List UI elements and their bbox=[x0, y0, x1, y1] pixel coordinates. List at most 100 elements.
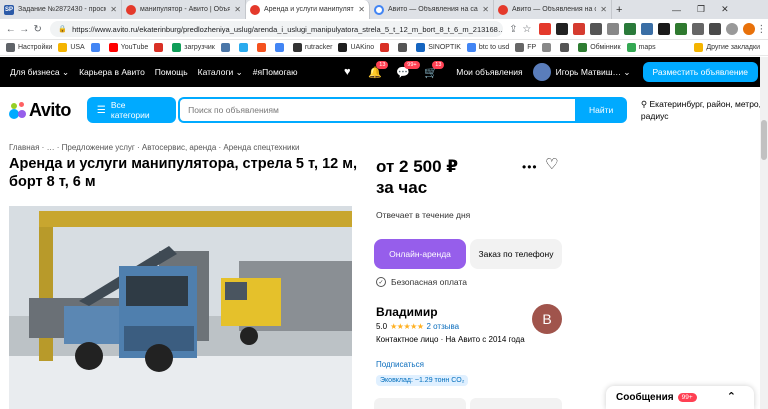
browser-tab[interactable]: SP Задание №2872430 - просмо ✕ bbox=[0, 0, 122, 19]
bookmark-item[interactable] bbox=[542, 43, 554, 52]
bookmark-item[interactable] bbox=[154, 43, 166, 52]
listing-photo[interactable] bbox=[9, 206, 352, 409]
new-tab-button[interactable]: + bbox=[612, 0, 630, 19]
close-icon[interactable]: ✕ bbox=[482, 5, 489, 14]
bookmark-item[interactable]: rutracker bbox=[292, 43, 332, 52]
notifications-bell-icon[interactable]: 🔔 13 bbox=[368, 61, 389, 79]
close-icon[interactable]: ✕ bbox=[234, 5, 241, 14]
menu-kebab-icon[interactable]: ⋮ bbox=[755, 24, 768, 35]
reviews-link[interactable]: 2 отзыва bbox=[426, 322, 459, 331]
safe-payment[interactable]: ✓ Безопасная оплата bbox=[376, 277, 467, 287]
extension-icon[interactable] bbox=[640, 23, 653, 35]
maximize-icon[interactable]: ❐ bbox=[697, 4, 705, 15]
close-icon[interactable]: ✕ bbox=[600, 5, 607, 14]
bookmark-item[interactable] bbox=[220, 43, 233, 52]
browser-tab-active[interactable]: Аренда и услуги манипулятор ✕ bbox=[246, 0, 370, 19]
minimize-icon[interactable]: — bbox=[672, 5, 681, 15]
bookmark-item[interactable]: Настройки bbox=[6, 43, 52, 52]
chevron-up-icon[interactable]: ⌃ bbox=[727, 390, 736, 403]
location-selector[interactable]: ⚲ Екатеринбург, район, метро, радиус bbox=[641, 98, 768, 122]
messages-chat-icon[interactable]: 💬 99+ bbox=[396, 61, 420, 79]
extension-icon[interactable] bbox=[657, 23, 670, 35]
extension-icon[interactable] bbox=[691, 23, 704, 35]
menu-icon: ☰ bbox=[96, 104, 106, 116]
find-button[interactable]: Найти bbox=[575, 97, 627, 123]
seller-rating[interactable]: 5.0 ★★★★★ 2 отзыва bbox=[376, 322, 459, 331]
bookmark-star-icon[interactable]: ☆ bbox=[520, 24, 533, 35]
favorite-heart-icon[interactable]: ♡ bbox=[545, 155, 558, 173]
place-ad-button[interactable]: Разместить объявление bbox=[642, 62, 758, 82]
bookmark-item[interactable]: USA bbox=[58, 43, 85, 52]
eco-contribution-badge[interactable]: Эковклад: ~1.29 тонн CO₂ bbox=[376, 375, 469, 386]
cart-icon[interactable]: 🛒 13 bbox=[424, 61, 445, 79]
browser-tab[interactable]: Авито — Объявления на сайт ✕ bbox=[494, 0, 612, 19]
url-field[interactable]: 🔒 https://www.avito.ru/ekaterinburg/pred… bbox=[50, 21, 503, 37]
extension-icon[interactable] bbox=[708, 23, 721, 35]
search-input[interactable]: Поиск по объявлениям bbox=[178, 97, 576, 123]
bookmark-item[interactable]: UAKino bbox=[338, 43, 374, 52]
bookmark-item[interactable]: Обмінник bbox=[578, 43, 621, 52]
bookmark-item[interactable] bbox=[90, 43, 103, 52]
user-menu[interactable]: Игорь Матвиш… ⌄ bbox=[556, 67, 631, 78]
extension-icon[interactable] bbox=[555, 23, 568, 35]
extension-icon[interactable] bbox=[674, 23, 687, 35]
page-scrollbar[interactable] bbox=[760, 57, 768, 409]
nav-business[interactable]: Для бизнеса ⌄ bbox=[10, 67, 69, 78]
breadcrumb-item[interactable]: Аренда спецтехники bbox=[223, 143, 299, 152]
extension-icon[interactable] bbox=[589, 23, 602, 35]
breadcrumb-item[interactable]: … bbox=[47, 143, 55, 152]
bookmark-item[interactable] bbox=[560, 43, 572, 52]
profile-avatar-icon[interactable] bbox=[742, 23, 755, 35]
close-icon[interactable]: ✕ bbox=[358, 5, 365, 14]
bookmark-item[interactable]: FP bbox=[515, 43, 536, 52]
seller-avatar[interactable]: В bbox=[532, 304, 562, 334]
nav-career[interactable]: Карьера в Авито bbox=[79, 67, 145, 77]
browser-tab[interactable]: манипулятор - Авито | Объявле ✕ bbox=[122, 0, 246, 19]
bookmark-item[interactable] bbox=[380, 43, 392, 52]
scrollbar-thumb[interactable] bbox=[761, 120, 767, 160]
nav-catalogs[interactable]: Каталоги ⌄ bbox=[198, 67, 243, 78]
order-by-phone-button[interactable]: Заказ по телефону bbox=[470, 239, 562, 269]
bottom-card[interactable] bbox=[470, 398, 562, 409]
nav-ihelp[interactable]: #яПомогаю bbox=[253, 67, 298, 77]
reload-icon[interactable]: ↻ bbox=[31, 24, 44, 35]
user-avatar[interactable] bbox=[532, 63, 551, 81]
messages-widget[interactable]: Сообщения 99+ ⌃ bbox=[606, 386, 754, 409]
other-bookmarks[interactable]: Другие закладки bbox=[694, 43, 760, 52]
online-rent-button[interactable]: Онлайн-аренда bbox=[374, 239, 466, 269]
extension-icon[interactable] bbox=[606, 23, 619, 35]
extension-icon[interactable] bbox=[572, 23, 585, 35]
more-options-icon[interactable]: ••• bbox=[522, 160, 538, 174]
breadcrumb-item[interactable]: Главная bbox=[9, 143, 39, 152]
bookmark-item[interactable] bbox=[256, 43, 269, 52]
nav-help[interactable]: Помощь bbox=[155, 67, 188, 77]
bookmark-item[interactable] bbox=[398, 43, 410, 52]
back-icon[interactable]: ← bbox=[4, 24, 17, 35]
bookmark-item[interactable]: загрузчик bbox=[172, 43, 215, 52]
bookmark-item[interactable]: SINOPTIK bbox=[416, 43, 461, 52]
seller-name[interactable]: Владимир bbox=[376, 305, 438, 319]
bookmark-item[interactable] bbox=[238, 43, 251, 52]
forward-icon[interactable]: → bbox=[17, 24, 30, 35]
my-ads-link[interactable]: Мои объявления bbox=[456, 67, 522, 77]
breadcrumb-item[interactable]: Предложение услуг bbox=[62, 143, 135, 152]
favorites-heart-icon[interactable]: ♥ bbox=[340, 65, 354, 79]
bookmark-item[interactable]: YouTube bbox=[108, 43, 148, 52]
window-close-icon[interactable]: ✕ bbox=[721, 4, 729, 15]
browser-tab[interactable]: Авито — Объявления на сайт ✕ bbox=[370, 0, 494, 19]
close-icon[interactable]: ✕ bbox=[110, 5, 117, 14]
tab-label: Авито — Объявления на сайт bbox=[512, 6, 596, 13]
share-icon[interactable]: ⇪ bbox=[507, 24, 520, 35]
bookmark-icon bbox=[542, 43, 552, 52]
subscribe-link[interactable]: Подписаться bbox=[376, 360, 424, 369]
bookmark-item[interactable] bbox=[274, 43, 287, 52]
bookmark-item[interactable]: btc to usd bbox=[466, 43, 509, 52]
bookmark-item[interactable]: maps bbox=[626, 43, 656, 52]
extension-icon[interactable] bbox=[538, 23, 551, 35]
extension-icon[interactable] bbox=[623, 23, 636, 35]
bottom-card[interactable] bbox=[374, 398, 466, 409]
avito-logo[interactable]: Avito bbox=[9, 100, 71, 121]
all-categories-button[interactable]: ☰ Все категории bbox=[86, 97, 177, 123]
breadcrumb-item[interactable]: Автосервис, аренда bbox=[142, 143, 216, 152]
extensions-puzzle-icon[interactable] bbox=[725, 23, 738, 35]
